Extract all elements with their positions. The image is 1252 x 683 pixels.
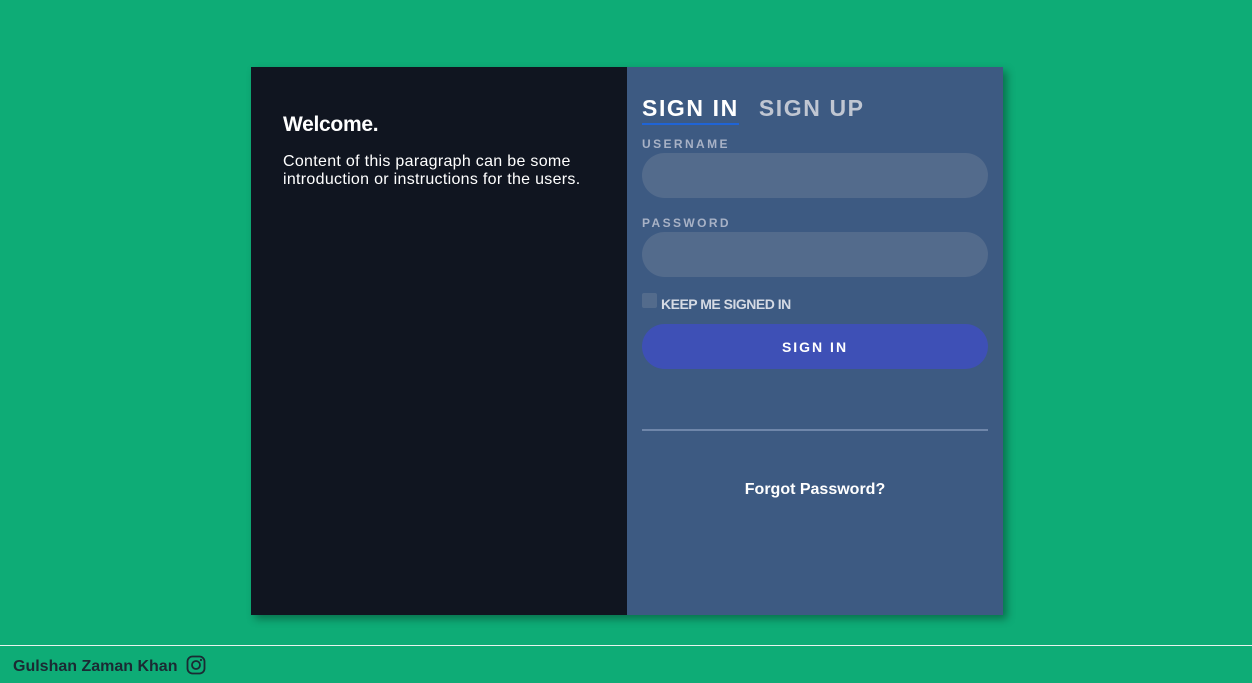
keep-signed-in-label[interactable]: KEEP ME SIGNED IN <box>661 296 791 312</box>
tab-sign-in[interactable]: SIGN IN <box>642 95 739 125</box>
password-input[interactable] <box>642 232 988 277</box>
login-card: Welcome. Content of this paragraph can b… <box>251 67 1003 615</box>
footer: Gulshan Zaman Khan <box>0 645 1252 683</box>
welcome-title: Welcome. <box>283 113 379 136</box>
username-label: USERNAME <box>642 137 730 151</box>
welcome-text: Content of this paragraph can be some in… <box>283 153 581 188</box>
keep-signed-in-row: KEEP ME SIGNED IN <box>642 292 988 312</box>
sign-in-button[interactable]: SIGN IN <box>642 324 988 369</box>
divider <box>642 429 988 431</box>
form-panel: SIGN IN SIGN UP USERNAME PASSWORD KEEP M… <box>627 67 1003 615</box>
author-name: Gulshan Zaman Khan <box>13 657 178 675</box>
username-input[interactable] <box>642 153 988 198</box>
auth-tabs: SIGN IN SIGN UP <box>642 95 988 125</box>
instagram-icon[interactable] <box>186 655 206 675</box>
keep-signed-in-checkbox[interactable] <box>642 292 657 308</box>
tab-sign-up[interactable]: SIGN UP <box>759 95 865 125</box>
forgot-password-link[interactable]: Forgot Password? <box>642 481 988 499</box>
password-label: PASSWORD <box>642 216 731 230</box>
welcome-panel: Welcome. Content of this paragraph can b… <box>251 67 627 615</box>
